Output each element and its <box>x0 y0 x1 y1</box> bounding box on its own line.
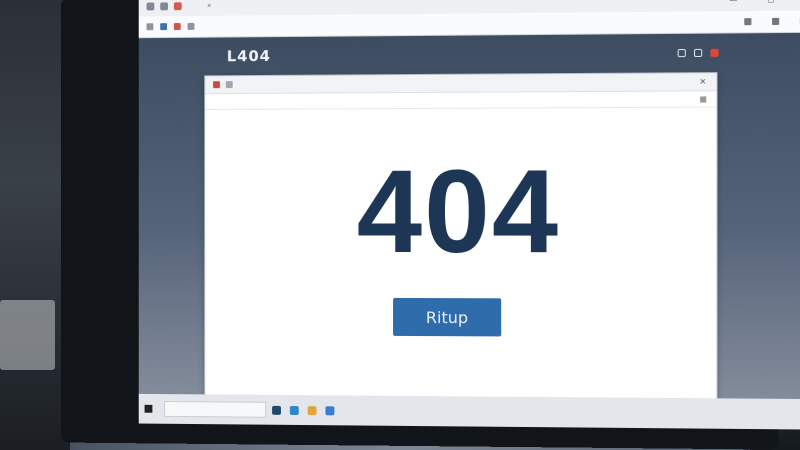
notification-icon[interactable] <box>710 49 718 57</box>
extension-icon[interactable] <box>174 23 181 30</box>
favicon-icon <box>174 2 182 10</box>
taskbar-apps <box>272 405 334 414</box>
bookmark-icon[interactable] <box>160 23 167 30</box>
error-action-button[interactable]: Ritup <box>393 298 501 337</box>
store-icon[interactable] <box>325 406 334 415</box>
inner-menu-icon[interactable] <box>700 96 706 102</box>
window-controls: — ☐ ✕ <box>730 0 800 5</box>
forward-icon[interactable] <box>160 2 168 10</box>
file-explorer-icon[interactable] <box>308 406 317 415</box>
page-icon[interactable] <box>188 23 195 30</box>
edge-icon[interactable] <box>290 405 299 414</box>
background-left <box>0 0 70 450</box>
site-logo[interactable]: L404 <box>227 47 271 65</box>
error-page-window: ✕ 404 Ritup <box>204 72 717 430</box>
maximize-icon[interactable]: ☐ <box>768 0 774 5</box>
site-header-icons <box>678 48 800 57</box>
background-object <box>0 300 55 370</box>
error-code-heading: 404 <box>205 152 716 272</box>
site-header: L404 <box>139 33 800 76</box>
inner-close-icon[interactable]: ✕ <box>699 77 706 86</box>
screen: × — ☐ ✕ <box>139 0 800 430</box>
taskbar-search[interactable] <box>164 401 266 418</box>
inner-back-icon[interactable] <box>226 81 233 88</box>
back-icon[interactable] <box>147 2 155 10</box>
start-icon[interactable] <box>145 405 153 413</box>
inner-favicon-icon <box>213 81 220 88</box>
chat-icon[interactable] <box>678 49 686 57</box>
task-view-icon[interactable] <box>272 405 281 414</box>
monitor: × — ☐ ✕ <box>61 0 778 450</box>
inner-address-bar <box>205 91 716 110</box>
home-icon[interactable] <box>147 23 154 30</box>
photo-scene: × — ☐ ✕ <box>0 0 800 450</box>
favorites-icon[interactable] <box>744 18 751 25</box>
grid-icon[interactable] <box>694 49 702 57</box>
profile-icon[interactable] <box>772 18 779 25</box>
tab-close-icon[interactable]: × <box>207 2 211 9</box>
taskbar <box>139 394 800 430</box>
minimize-icon[interactable]: — <box>730 0 737 5</box>
toolbar-right <box>744 17 800 25</box>
